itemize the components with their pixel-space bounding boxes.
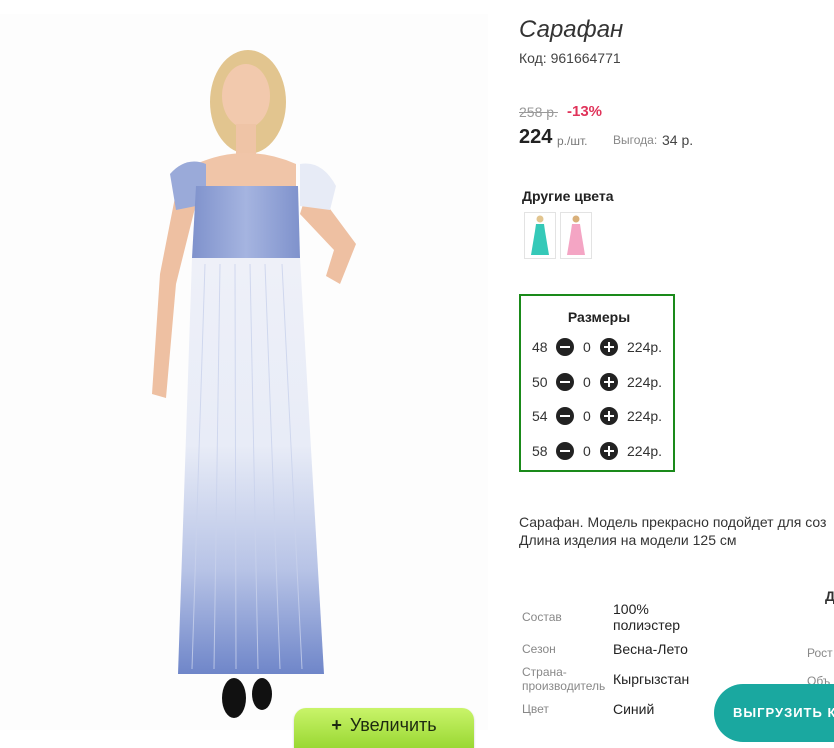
spec-value: 100% полиэстер (613, 601, 681, 633)
size-price: 224р. (627, 374, 663, 390)
side-heading: Д (825, 588, 834, 604)
side-label-rost: Рост (807, 646, 833, 660)
spec-value: Кыргызстан (613, 671, 690, 687)
dress-thumbnail-icon (531, 215, 549, 255)
plus-icon: + (331, 715, 342, 735)
discount-badge: -13% (567, 103, 603, 120)
color-swatch-mint[interactable] (524, 212, 556, 259)
savings-value: 34 р. (662, 132, 694, 148)
minus-icon[interactable] (556, 373, 574, 391)
current-price: 224 (519, 126, 553, 148)
spec-label: Цвет (522, 702, 549, 716)
size-row: 50 0 224р. (521, 371, 677, 395)
size-label: 54 (532, 408, 548, 424)
old-price: 258 р. (519, 104, 558, 120)
spec-value: Весна-Лето (613, 641, 688, 657)
spec-label: Сезон (522, 642, 556, 656)
size-label: 58 (532, 443, 548, 459)
size-price: 224р. (627, 443, 663, 459)
minus-icon[interactable] (556, 407, 574, 425)
product-description: Сарафан. Модель прекрасно подойдет для с… (519, 513, 834, 549)
price-unit: р./шт. (557, 134, 588, 148)
zoom-label: Увеличить (349, 715, 437, 735)
size-price: 224р. (627, 339, 663, 355)
size-quantity: 0 (583, 339, 591, 355)
description-line: Длина изделия на модели 125 см (519, 532, 737, 548)
size-row: 58 0 224р. (521, 440, 677, 464)
size-price: 224р. (627, 408, 663, 424)
minus-icon[interactable] (556, 338, 574, 356)
spec-label: Состав (522, 610, 562, 624)
description-line: Сарафан. Модель прекрасно подойдет для с… (519, 514, 827, 530)
sizes-panel: Размеры 48 0 224р. 50 0 224р. 54 0 224р.… (519, 294, 675, 472)
color-swatch-pink[interactable] (560, 212, 592, 259)
size-quantity: 0 (583, 408, 591, 424)
product-title: Сарафан (519, 16, 624, 43)
product-photo[interactable] (0, 14, 488, 730)
plus-icon[interactable] (600, 407, 618, 425)
size-quantity: 0 (583, 374, 591, 390)
plus-icon[interactable] (600, 442, 618, 460)
size-row: 48 0 224р. (521, 336, 677, 360)
dress-thumbnail-icon (567, 215, 585, 255)
plus-icon[interactable] (600, 373, 618, 391)
spec-label: Страна-производитель (522, 665, 606, 693)
minus-icon[interactable] (556, 442, 574, 460)
zoom-button[interactable]: + Увеличить (294, 708, 474, 748)
size-label: 50 (532, 374, 548, 390)
dress-model-image (152, 50, 356, 718)
product-code: Код: 961664771 (519, 50, 621, 66)
spec-value: Синий (613, 701, 655, 717)
size-row: 54 0 224р. (521, 405, 677, 429)
sizes-title: Размеры (567, 309, 631, 325)
size-label: 48 (532, 339, 548, 355)
plus-icon[interactable] (600, 338, 618, 356)
size-quantity: 0 (583, 443, 591, 459)
other-colors-title: Другие цвета (522, 188, 614, 204)
savings-label: Выгода: (613, 133, 658, 147)
export-button[interactable]: ВЫГРУЗИТЬ К (714, 684, 834, 742)
